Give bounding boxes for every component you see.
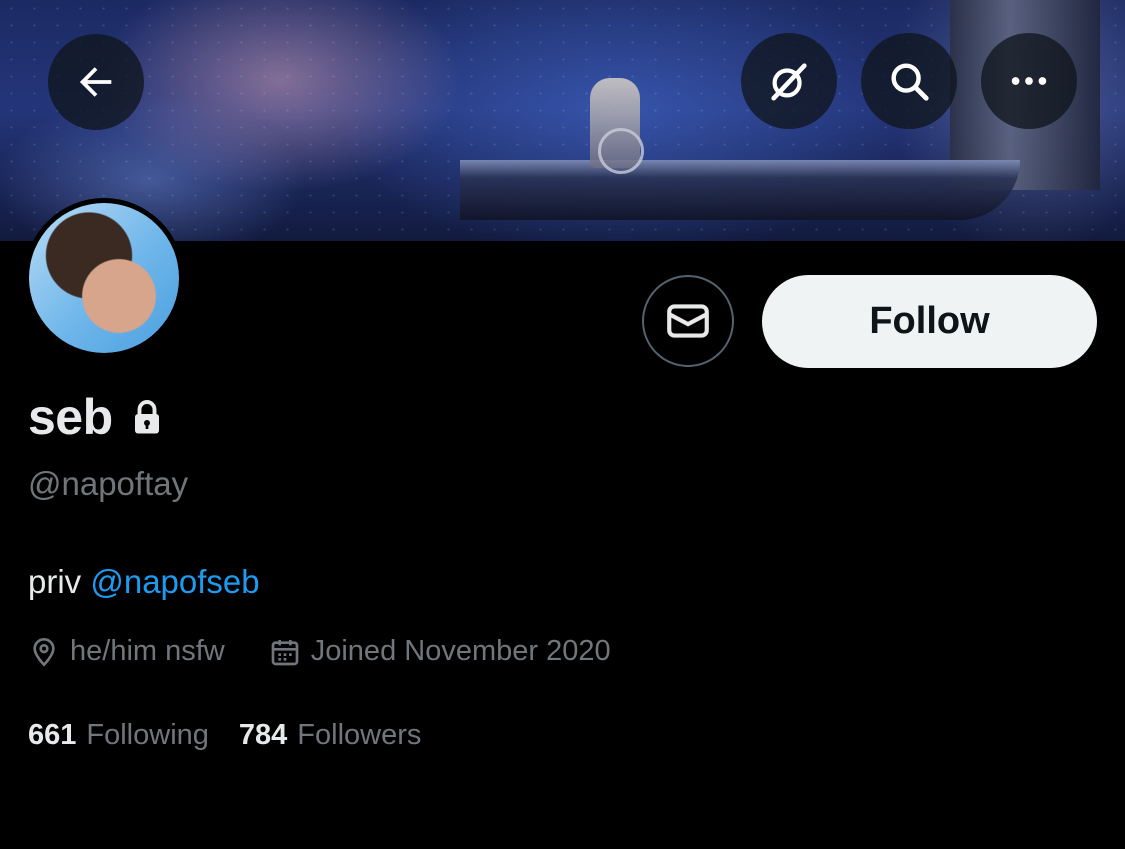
arrow-left-icon (79, 67, 112, 97)
avatar-image (29, 203, 179, 353)
user-handle: @napoftay (28, 465, 189, 502)
followers-label: Followers (297, 719, 422, 751)
follow-stats: 661 Following 784 Followers (28, 719, 421, 752)
search-button[interactable] (861, 33, 957, 129)
search-icon (891, 63, 929, 101)
profile-meta: he/him nsfw Joined November 2020 (28, 635, 611, 668)
followers-count: 784 (238, 719, 288, 751)
grok-icon (771, 63, 807, 101)
more-dots-icon (1011, 77, 1047, 85)
banner-wheel (598, 128, 644, 174)
following-label: Following (86, 719, 209, 751)
profile-banner[interactable] (0, 0, 1125, 241)
location-pin-icon (33, 637, 55, 667)
bio: priv @napofseb (28, 563, 260, 601)
back-button[interactable] (48, 34, 144, 130)
lock-icon (134, 400, 159, 434)
location-text: he/him nsfw (70, 635, 225, 667)
follow-button[interactable]: Follow (762, 275, 1097, 368)
grok-button[interactable] (741, 33, 837, 129)
banner-stage (460, 160, 1020, 220)
envelope-icon (667, 304, 709, 338)
joined-text: Joined November 2020 (310, 635, 611, 667)
display-name-row: seb (28, 388, 163, 446)
bio-text: priv (28, 563, 91, 600)
display-name: seb (28, 389, 113, 445)
bio-mention-link[interactable]: @napofseb (90, 563, 259, 600)
more-button[interactable] (981, 33, 1077, 129)
following-count: 661 (28, 719, 77, 751)
message-button[interactable] (642, 275, 734, 367)
joined-item: Joined November 2020 (269, 635, 611, 668)
location-item: he/him nsfw (28, 635, 225, 668)
followers-link[interactable]: 784 Followers (239, 719, 421, 752)
calendar-icon (271, 639, 299, 665)
following-link[interactable]: 661 Following (28, 719, 209, 752)
avatar[interactable] (24, 198, 184, 358)
